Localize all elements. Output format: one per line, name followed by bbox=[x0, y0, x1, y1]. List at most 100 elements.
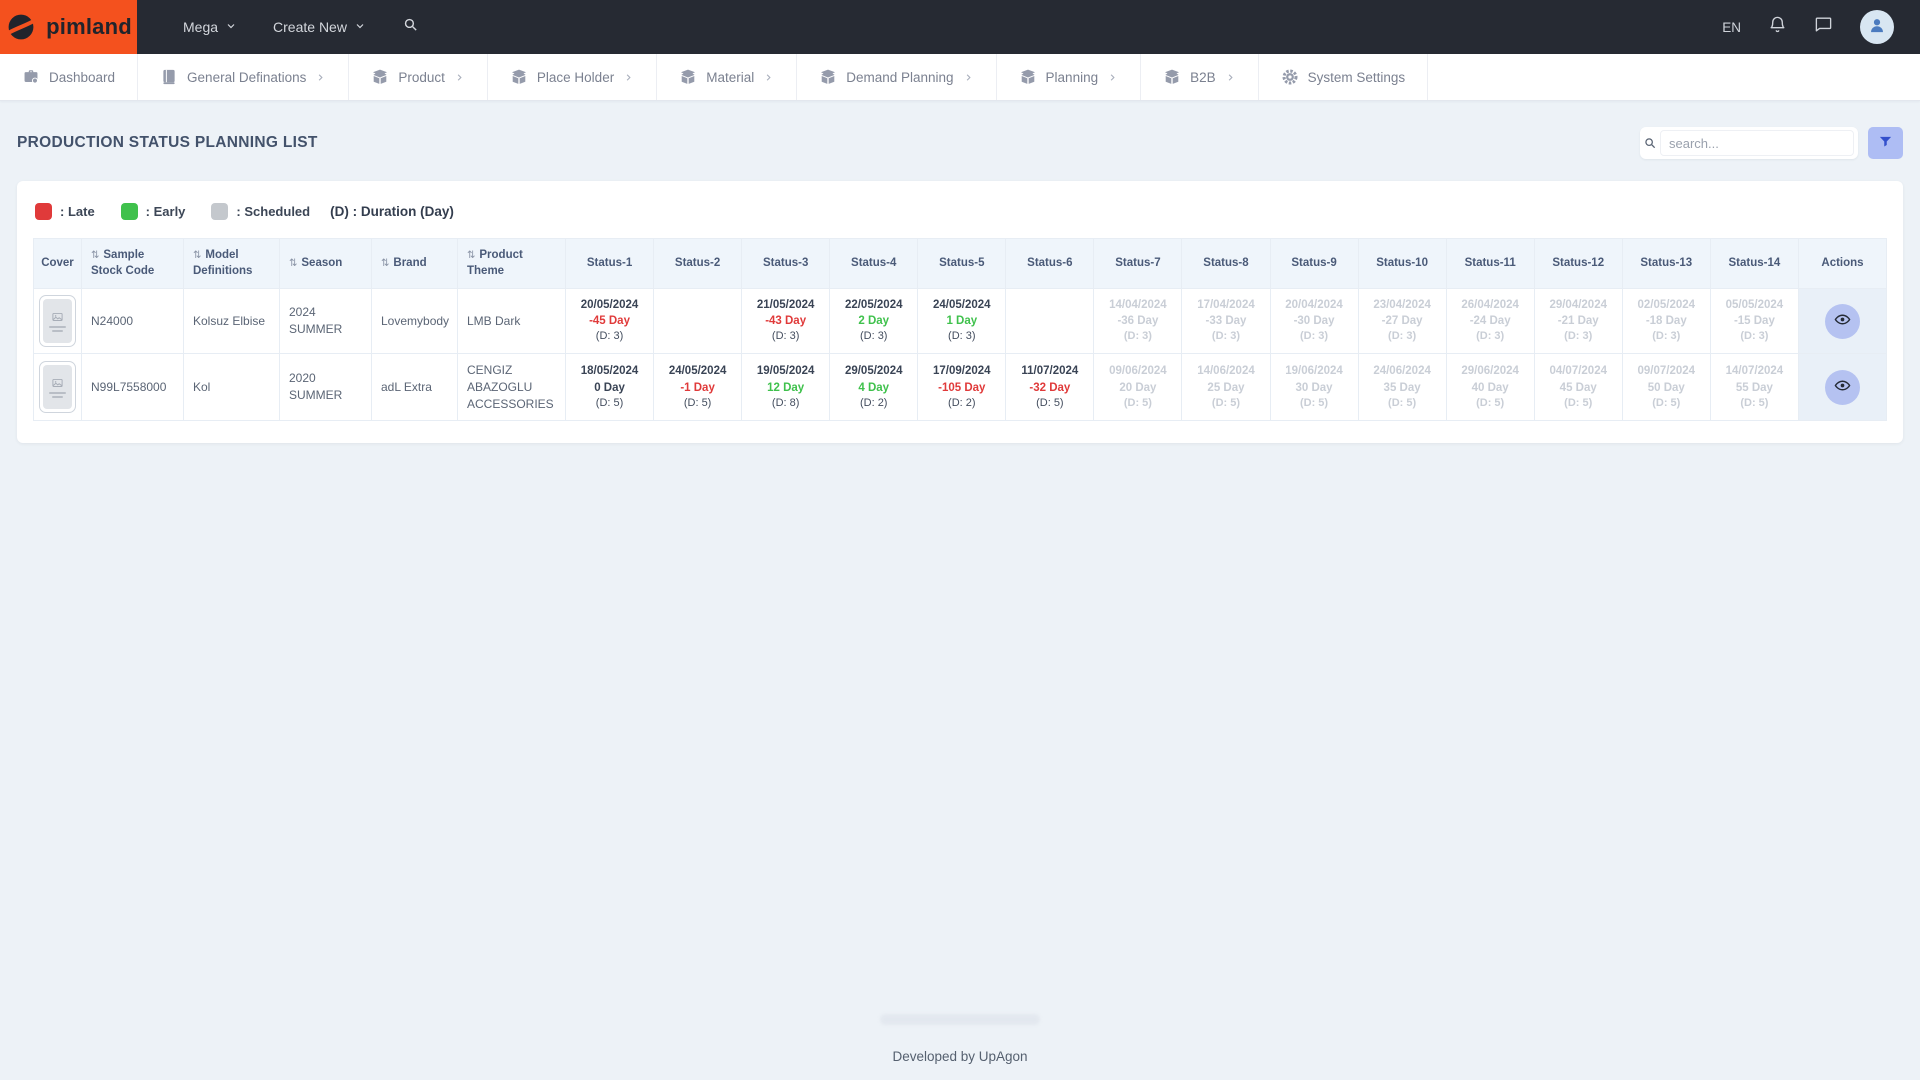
view-button[interactable] bbox=[1825, 370, 1860, 405]
nav-item-mega[interactable]: Mega bbox=[183, 19, 237, 35]
menubar-item-general-definations[interactable]: General Definations bbox=[138, 54, 349, 100]
column-header-status-13: Status-13 bbox=[1622, 239, 1710, 289]
search-input[interactable] bbox=[1660, 130, 1854, 156]
menubar-item-demand-planning[interactable]: Demand Planning bbox=[797, 54, 996, 100]
gear-icon bbox=[1281, 68, 1299, 86]
sort-icon: ⇅ bbox=[193, 250, 201, 261]
early-swatch bbox=[121, 203, 138, 220]
cover-thumbnail[interactable] bbox=[39, 295, 76, 347]
status-delta: 25 Day bbox=[1187, 380, 1264, 396]
column-header-season[interactable]: ⇅Season bbox=[280, 239, 372, 289]
navbar-right: EN bbox=[1722, 10, 1920, 44]
column-header-status-11: Status-11 bbox=[1446, 239, 1534, 289]
menubar-item-planning[interactable]: Planning bbox=[997, 54, 1142, 100]
status-duration: (D: 5) bbox=[1364, 396, 1441, 411]
season-cell: 2024 SUMMER bbox=[280, 289, 372, 354]
image-placeholder-icon bbox=[43, 299, 72, 343]
menubar-item-label: Material bbox=[706, 70, 754, 85]
status-date: 24/06/2024 bbox=[1364, 363, 1441, 379]
status-date: 29/05/2024 bbox=[835, 363, 912, 379]
search-icon bbox=[402, 16, 419, 38]
view-button[interactable] bbox=[1825, 304, 1860, 339]
column-header-status-9: Status-9 bbox=[1270, 239, 1358, 289]
status-duration: (D: 3) bbox=[1364, 329, 1441, 344]
status-14-cell: 14/07/202455 Day(D: 5) bbox=[1710, 354, 1798, 421]
box-icon bbox=[679, 68, 697, 86]
menubar-item-material[interactable]: Material bbox=[657, 54, 797, 100]
language-selector[interactable]: EN bbox=[1722, 20, 1741, 35]
logo[interactable]: pimland bbox=[0, 0, 137, 54]
status-duration: (D: 3) bbox=[571, 329, 648, 344]
chevron-right-icon bbox=[315, 72, 326, 83]
briefcase-icon bbox=[22, 68, 40, 86]
status-date: 05/05/2024 bbox=[1716, 297, 1793, 313]
notifications-button[interactable] bbox=[1768, 15, 1787, 39]
status-duration: (D: 5) bbox=[1716, 396, 1793, 411]
menubar-item-place-holder[interactable]: Place Holder bbox=[488, 54, 657, 100]
sample-stock-code-cell: N24000 bbox=[82, 289, 184, 354]
status-delta: 40 Day bbox=[1452, 380, 1529, 396]
menubar-item-label: Product bbox=[398, 70, 445, 85]
status-date: 14/04/2024 bbox=[1099, 297, 1176, 313]
status-12-cell: 29/04/2024-21 Day(D: 3) bbox=[1534, 289, 1622, 354]
column-header-product-theme[interactable]: ⇅Product Theme bbox=[458, 239, 566, 289]
status-date: 20/05/2024 bbox=[571, 297, 648, 313]
column-header-status-2: Status-2 bbox=[654, 239, 742, 289]
menubar-item-b2b[interactable]: B2B bbox=[1141, 54, 1259, 100]
column-header-cover: Cover bbox=[34, 239, 82, 289]
column-header-status-12: Status-12 bbox=[1534, 239, 1622, 289]
column-header-status-8: Status-8 bbox=[1182, 239, 1270, 289]
eye-icon bbox=[1834, 311, 1851, 331]
page-title: PRODUCTION STATUS PLANNING LIST bbox=[17, 134, 318, 152]
status-delta: -36 Day bbox=[1099, 313, 1176, 329]
actions-cell bbox=[1799, 289, 1887, 354]
status-8-cell: 17/04/2024-33 Day(D: 3) bbox=[1182, 289, 1270, 354]
search-area bbox=[1640, 127, 1903, 159]
actions-cell bbox=[1799, 354, 1887, 421]
status-11-cell: 26/04/2024-24 Day(D: 3) bbox=[1446, 289, 1534, 354]
status-delta: -30 Day bbox=[1276, 313, 1353, 329]
status-3-cell: 21/05/2024-43 Day(D: 3) bbox=[742, 289, 830, 354]
menubar-item-dashboard[interactable]: Dashboard bbox=[0, 54, 138, 100]
status-4-cell: 22/05/20242 Day(D: 3) bbox=[830, 289, 918, 354]
box-icon bbox=[510, 68, 528, 86]
status-delta: -33 Day bbox=[1187, 313, 1264, 329]
status-date: 17/04/2024 bbox=[1187, 297, 1264, 313]
cover-cell bbox=[34, 354, 82, 421]
menubar-item-system-settings[interactable]: System Settings bbox=[1259, 54, 1429, 100]
planning-table: Cover⇅Sample Stock Code⇅Model Definition… bbox=[33, 238, 1887, 421]
status-delta: -24 Day bbox=[1452, 313, 1529, 329]
status-delta: 35 Day bbox=[1364, 380, 1441, 396]
menubar-item-product[interactable]: Product bbox=[349, 54, 488, 100]
nav-item-create-new[interactable]: Create New bbox=[273, 19, 366, 35]
column-header-model-definitions[interactable]: ⇅Model Definitions bbox=[184, 239, 280, 289]
navbar-search-button[interactable] bbox=[402, 16, 419, 38]
sort-icon: ⇅ bbox=[467, 250, 475, 261]
column-header-status-10: Status-10 bbox=[1358, 239, 1446, 289]
column-header-status-6: Status-6 bbox=[1006, 239, 1094, 289]
nav-item-create-new-label: Create New bbox=[273, 19, 347, 35]
menubar-item-label: Place Holder bbox=[537, 70, 614, 85]
menubar-item-label: System Settings bbox=[1308, 70, 1406, 85]
column-header-sample-stock-code[interactable]: ⇅Sample Stock Code bbox=[82, 239, 184, 289]
status-duration: (D: 5) bbox=[1187, 396, 1264, 411]
status-duration: (D: 3) bbox=[1187, 329, 1264, 344]
filter-button[interactable] bbox=[1868, 127, 1903, 159]
app-root: pimland Mega Create New EN bbox=[0, 0, 1920, 1080]
menubar: DashboardGeneral Definations Product Place… bbox=[0, 54, 1920, 101]
user-avatar[interactable] bbox=[1860, 10, 1894, 44]
column-header-brand[interactable]: ⇅Brand bbox=[372, 239, 458, 289]
status-duration: (D: 5) bbox=[1276, 396, 1353, 411]
status-5-cell: 17/09/2024-105 Day(D: 2) bbox=[918, 354, 1006, 421]
chevron-right-icon bbox=[1107, 72, 1118, 83]
navbar-menu: Mega Create New bbox=[183, 16, 419, 38]
status-date: 24/05/2024 bbox=[659, 363, 736, 379]
table-header-row: Cover⇅Sample Stock Code⇅Model Definition… bbox=[34, 239, 1887, 289]
chevron-down-icon bbox=[354, 19, 366, 35]
status-duration: (D: 3) bbox=[1452, 329, 1529, 344]
book-icon bbox=[160, 68, 178, 86]
cover-thumbnail[interactable] bbox=[39, 361, 76, 413]
messages-button[interactable] bbox=[1814, 15, 1833, 39]
status-duration: (D: 5) bbox=[571, 396, 648, 411]
status-delta: 1 Day bbox=[923, 313, 1000, 329]
